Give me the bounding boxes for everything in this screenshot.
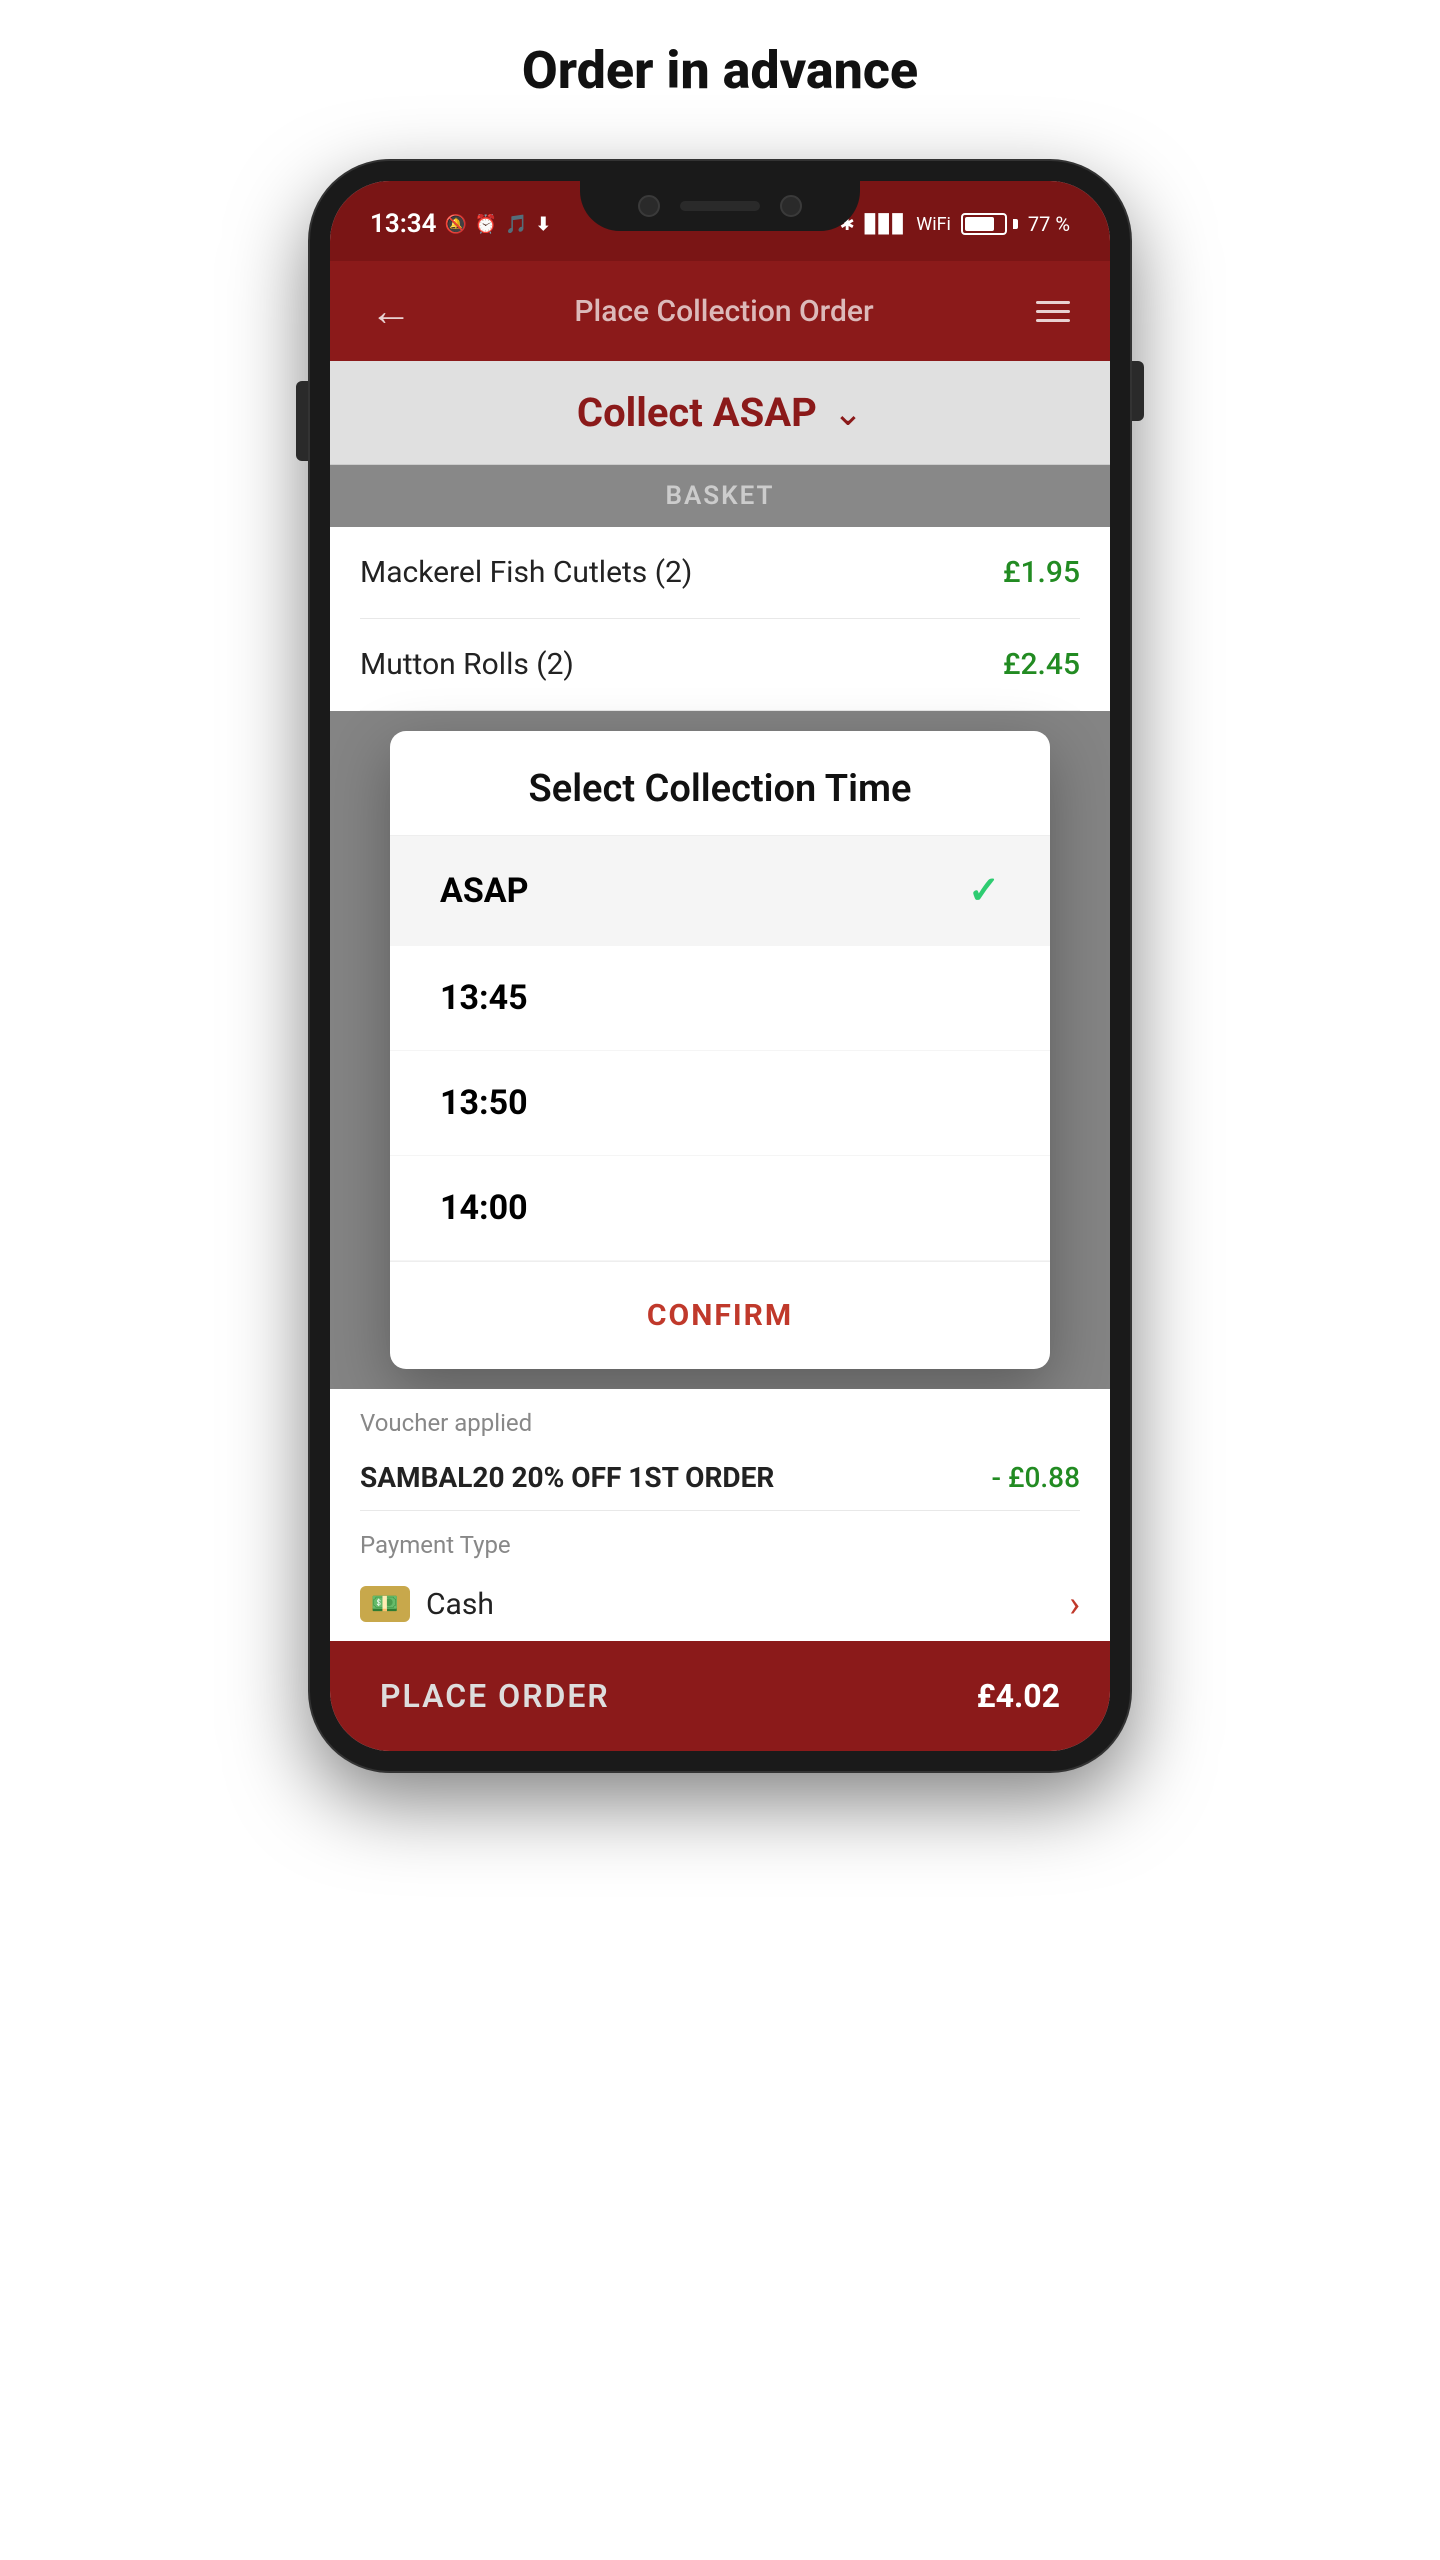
place-order-total: £4.02 bbox=[977, 1677, 1060, 1715]
voucher-row: SAMBAL20 20% OFF 1ST ORDER - £0.88 bbox=[360, 1445, 1080, 1511]
item-name-1: Mackerel Fish Cutlets (2) bbox=[360, 555, 692, 590]
time-display: 13:34 bbox=[370, 209, 437, 239]
music-icon: 🎵 bbox=[505, 214, 527, 235]
voucher-label: Voucher applied bbox=[360, 1409, 1080, 1437]
place-order-bar[interactable]: PLACE ORDER £4.02 bbox=[330, 1641, 1110, 1751]
power-button[interactable] bbox=[1132, 361, 1144, 421]
battery-icon bbox=[961, 213, 1018, 235]
status-bar: 13:34 🔕 ⏰ 🎵 ⬇ ✱ ▊▊▊ WiFi bbox=[330, 181, 1110, 261]
voucher-code: SAMBAL20 20% OFF 1ST ORDER bbox=[360, 1461, 774, 1494]
status-time: 13:34 🔕 ⏰ 🎵 ⬇ bbox=[370, 209, 551, 239]
menu-button[interactable] bbox=[1036, 301, 1070, 322]
payment-method: Cash bbox=[426, 1587, 494, 1622]
alarm-icon: ⏰ bbox=[475, 214, 497, 235]
check-icon: ✓ bbox=[968, 868, 1000, 913]
mute-icon: 🔕 bbox=[445, 214, 467, 235]
payment-chevron-icon: › bbox=[1069, 1583, 1080, 1625]
phone-screen: 13:34 🔕 ⏰ 🎵 ⬇ ✱ ▊▊▊ WiFi bbox=[330, 181, 1110, 1751]
basket-item: Mackerel Fish Cutlets (2) £1.95 bbox=[360, 527, 1080, 619]
front-camera-2 bbox=[780, 195, 802, 217]
collect-chevron-icon: ⌄ bbox=[833, 392, 863, 434]
top-nav: ← Place Collection Order bbox=[330, 261, 1110, 361]
nav-title: Place Collection Order bbox=[574, 294, 873, 329]
cash-icon: 💵 bbox=[360, 1586, 410, 1622]
modal-options-list: ASAP ✓ 13:45 13:50 14:00 bbox=[390, 835, 1050, 1261]
option-asap[interactable]: ASAP ✓ bbox=[390, 836, 1050, 946]
status-right: ✱ ▊▊▊ WiFi 77 % bbox=[840, 212, 1070, 236]
signal-icon: ▊▊▊ bbox=[865, 214, 907, 235]
payment-row[interactable]: 💵 Cash › bbox=[360, 1567, 1080, 1641]
place-order-label: PLACE ORDER bbox=[380, 1677, 610, 1715]
notch bbox=[580, 181, 860, 231]
volume-button[interactable] bbox=[296, 381, 308, 461]
basket-header: BASKET bbox=[330, 465, 1110, 527]
phone-frame: 13:34 🔕 ⏰ 🎵 ⬇ ✱ ▊▊▊ WiFi bbox=[310, 161, 1130, 1771]
modal-title: Select Collection Time bbox=[390, 731, 1050, 835]
option-1400-label: 14:00 bbox=[440, 1188, 528, 1228]
back-button[interactable]: ← bbox=[370, 287, 412, 336]
page-title: Order in advance bbox=[522, 40, 918, 101]
payment-label: Payment Type bbox=[360, 1531, 1080, 1559]
option-1345-label: 13:45 bbox=[440, 978, 528, 1018]
battery-percent: 77 % bbox=[1028, 212, 1070, 236]
option-asap-label: ASAP bbox=[440, 871, 529, 911]
item-price-2: £2.45 bbox=[1003, 647, 1080, 682]
confirm-button[interactable]: CONFIRM bbox=[390, 1261, 1050, 1369]
download-icon: ⬇ bbox=[536, 214, 551, 235]
option-1350[interactable]: 13:50 bbox=[390, 1051, 1050, 1156]
bottom-section: Voucher applied SAMBAL20 20% OFF 1ST ORD… bbox=[330, 1389, 1110, 1641]
speaker bbox=[680, 201, 760, 211]
front-camera bbox=[638, 195, 660, 217]
collect-asap-bar[interactable]: Collect ASAP ⌄ bbox=[330, 361, 1110, 465]
phone-wrapper: 13:34 🔕 ⏰ 🎵 ⬇ ✱ ▊▊▊ WiFi bbox=[310, 161, 1130, 1771]
wifi-icon: WiFi bbox=[916, 214, 951, 235]
basket-items: Mackerel Fish Cutlets (2) £1.95 Mutton R… bbox=[330, 527, 1110, 711]
option-1345[interactable]: 13:45 bbox=[390, 946, 1050, 1051]
select-collection-modal: Select Collection Time ASAP ✓ 13:45 13:5… bbox=[390, 731, 1050, 1369]
item-price-1: £1.95 bbox=[1003, 555, 1080, 590]
collect-asap-label: Collect ASAP bbox=[577, 389, 817, 436]
payment-left: 💵 Cash bbox=[360, 1586, 494, 1622]
option-1400[interactable]: 14:00 bbox=[390, 1156, 1050, 1261]
modal-overlay: Select Collection Time ASAP ✓ 13:45 13:5… bbox=[330, 711, 1110, 1389]
basket-item-2: Mutton Rolls (2) £2.45 bbox=[360, 619, 1080, 711]
item-name-2: Mutton Rolls (2) bbox=[360, 647, 574, 682]
voucher-discount: - £0.88 bbox=[992, 1461, 1080, 1494]
option-1350-label: 13:50 bbox=[440, 1083, 528, 1123]
